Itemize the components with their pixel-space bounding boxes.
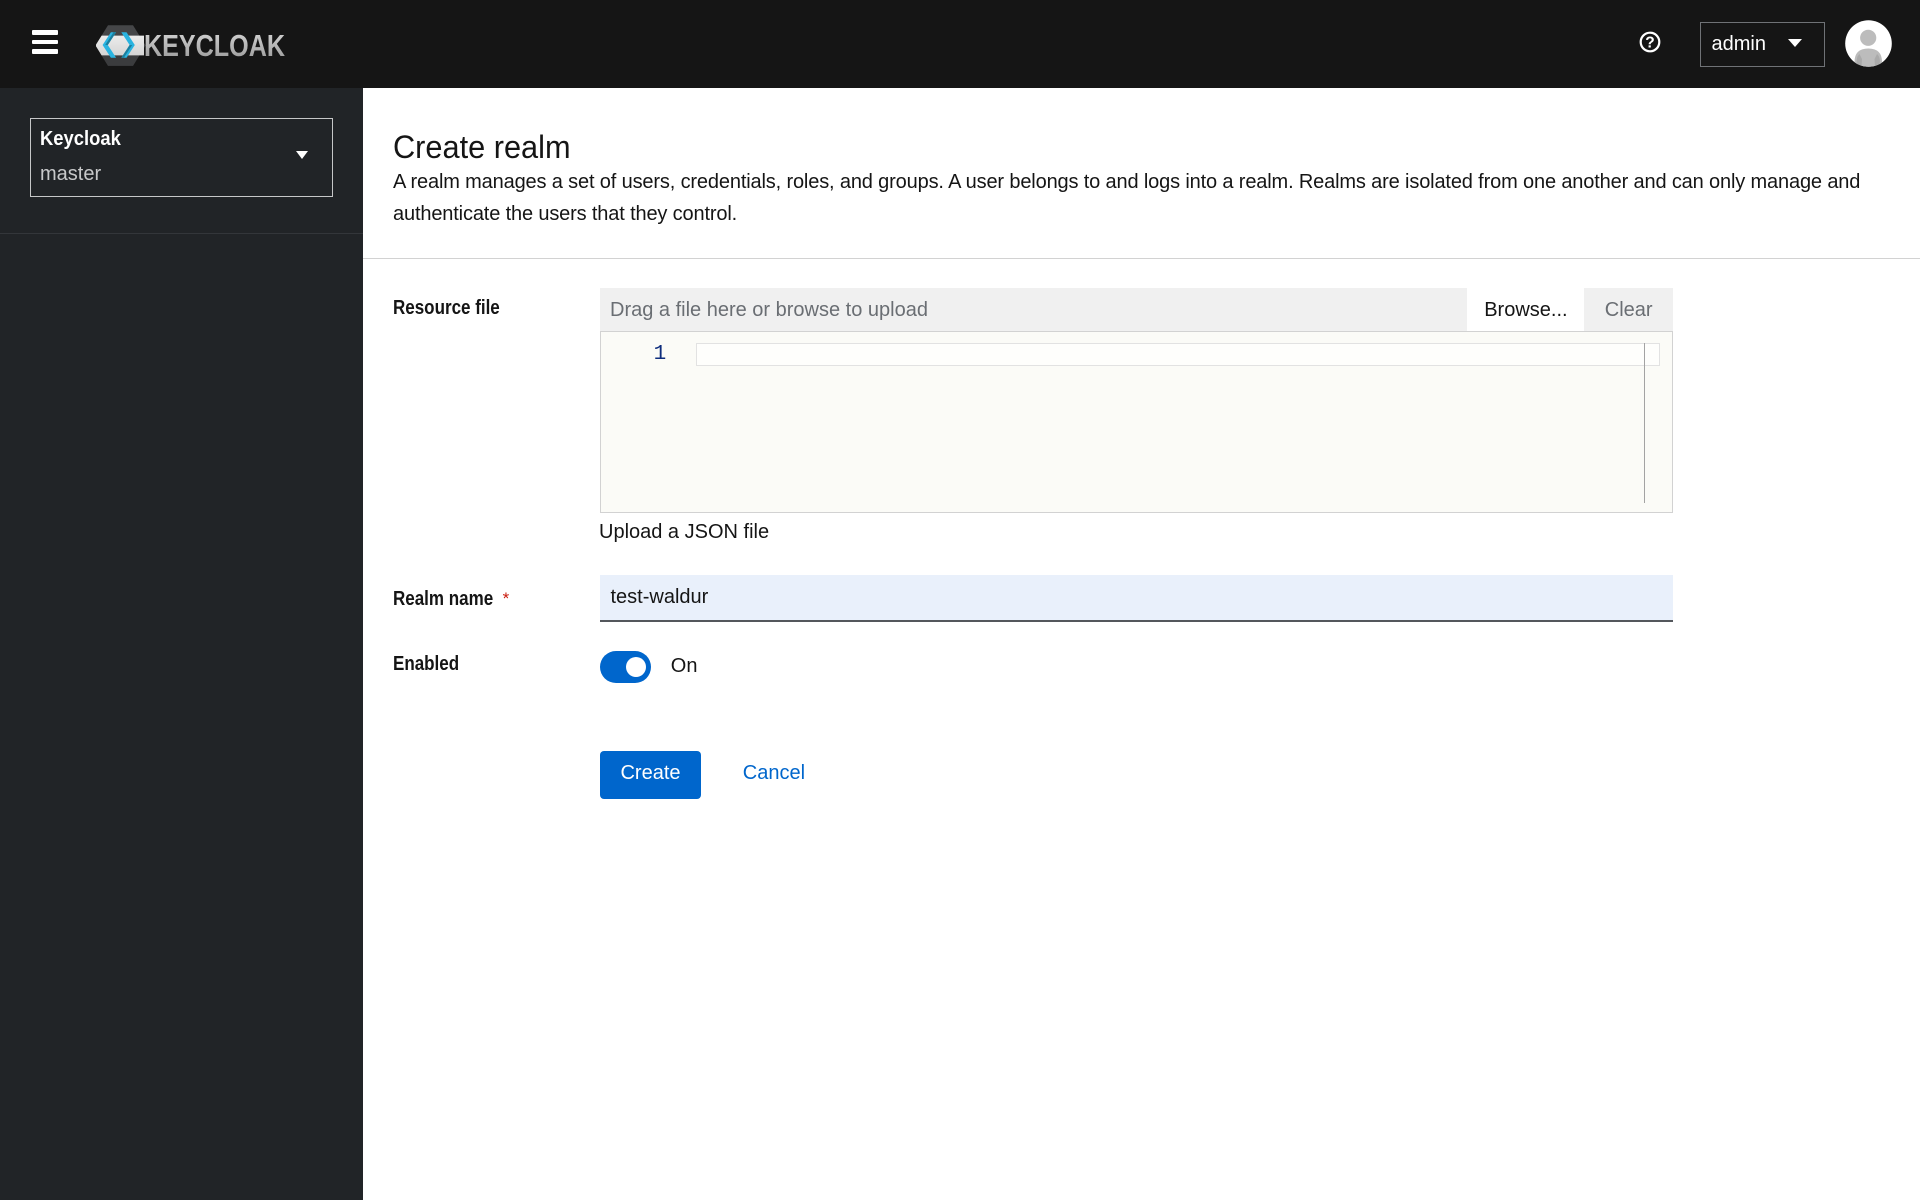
svg-text:KEYCLOAK: KEYCLOAK <box>144 28 285 63</box>
svg-text:?: ? <box>1645 34 1654 51</box>
